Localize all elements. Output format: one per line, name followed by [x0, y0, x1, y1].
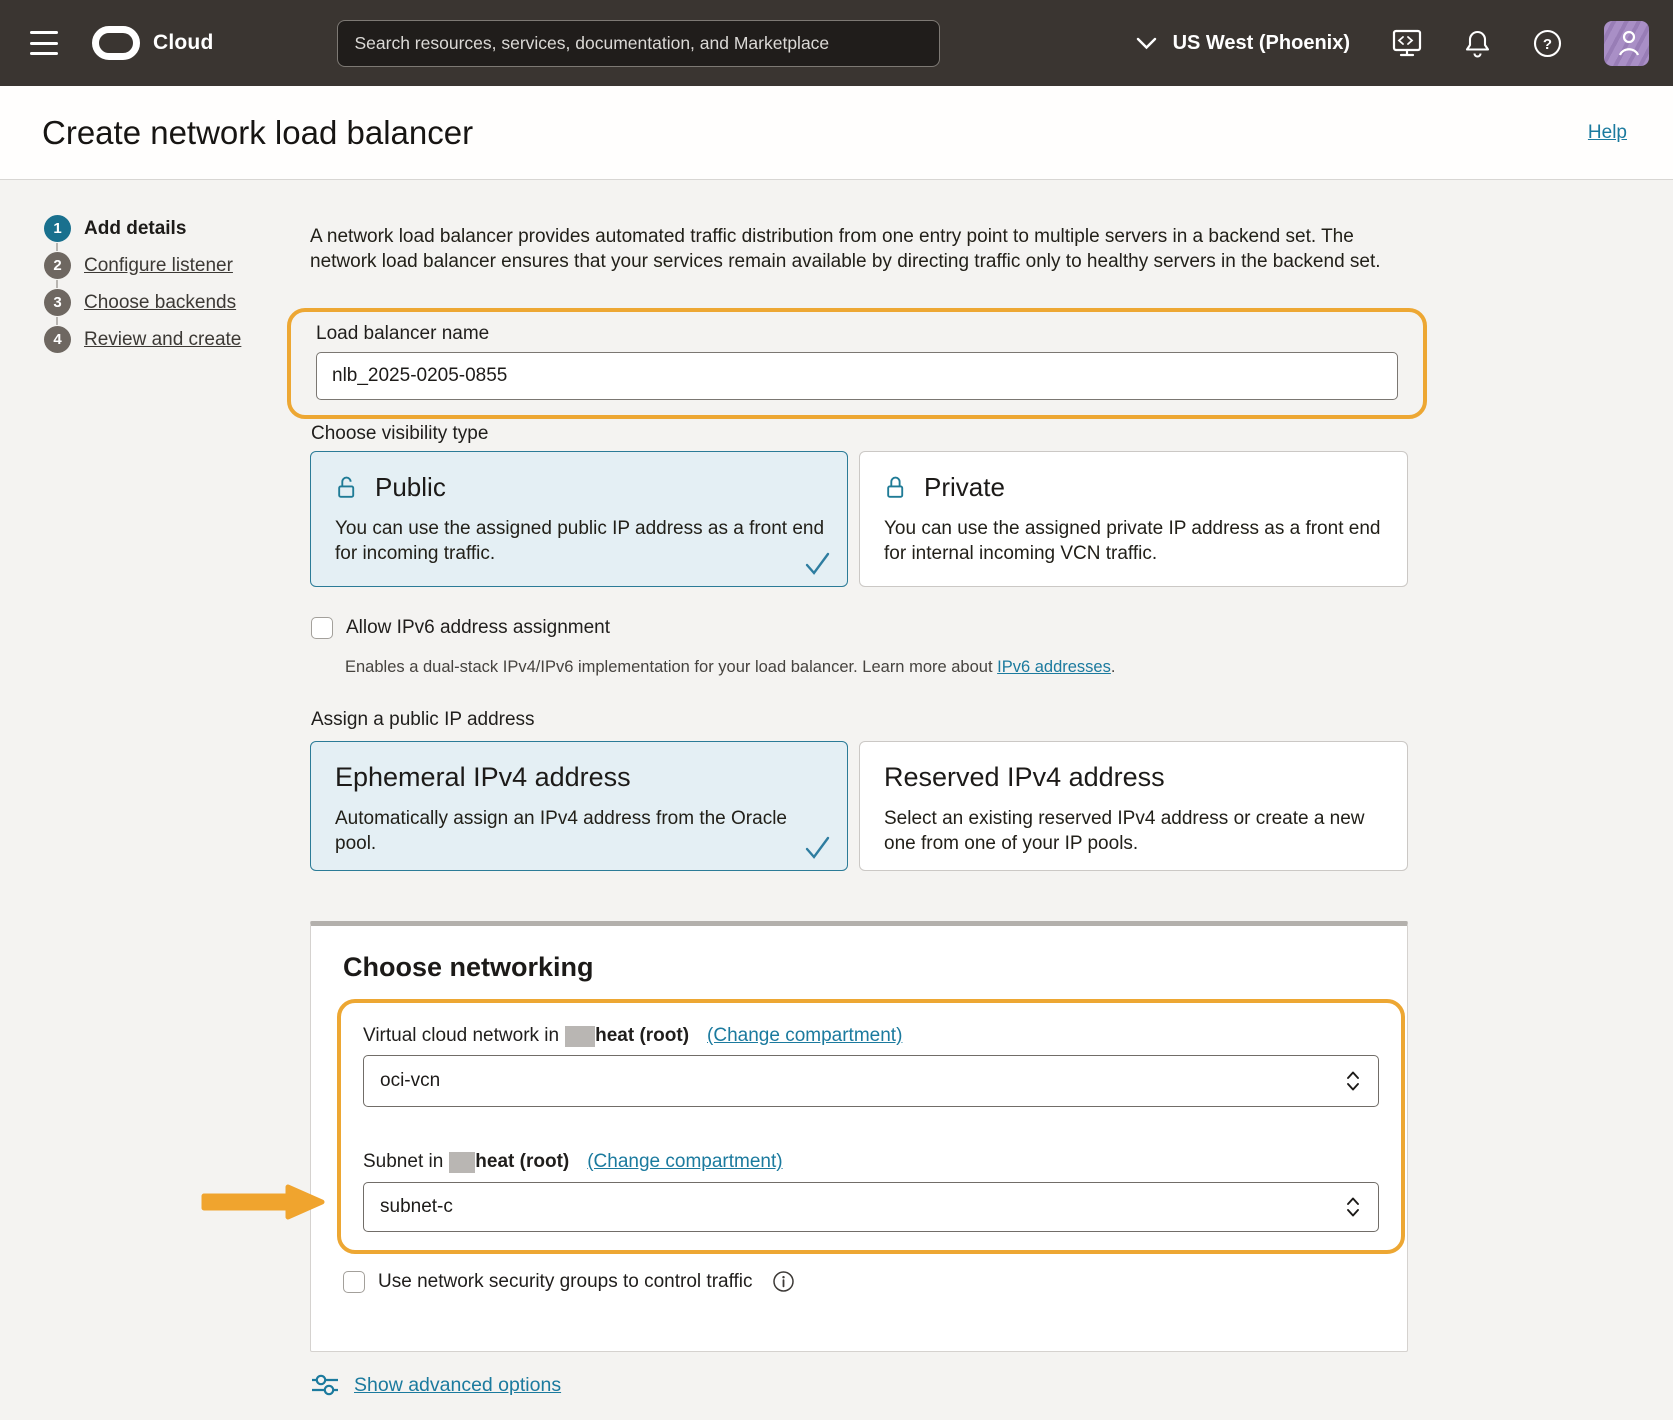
- helper-prefix: Enables a dual-stack IPv4/IPv6 implement…: [345, 658, 997, 676]
- global-search: [337, 20, 940, 67]
- hamburger-icon: [30, 31, 58, 34]
- person-icon: [1612, 28, 1642, 58]
- cloud-shell-icon[interactable]: [1392, 29, 1422, 57]
- ipv6-checkbox[interactable]: [311, 617, 333, 639]
- page: Cloud US West (Phoenix): [0, 0, 1673, 1420]
- lock-open-icon: [335, 475, 360, 501]
- page-header: Create network load balancer Help: [0, 86, 1673, 180]
- subnet-select[interactable]: subnet-c: [363, 1182, 1379, 1232]
- advanced-options-row: Show advanced options: [311, 1373, 561, 1397]
- step-number: 1: [44, 215, 71, 242]
- selected-check-icon: [804, 552, 831, 576]
- step-label[interactable]: Choose backends: [84, 292, 236, 314]
- stepper-item-review-and-create[interactable]: 4 Review and create: [44, 326, 241, 353]
- vcn-select[interactable]: oci-vcn: [363, 1055, 1379, 1107]
- chevron-down-icon: [1136, 37, 1157, 50]
- info-icon[interactable]: [772, 1270, 795, 1293]
- redacted-text: [565, 1026, 595, 1047]
- vcn-label-prefix: Virtual cloud network in: [363, 1025, 559, 1047]
- help-question-icon[interactable]: ?: [1533, 29, 1562, 58]
- public-ip-section-label: Assign a public IP address: [311, 709, 535, 731]
- helper-suffix: .: [1111, 658, 1116, 676]
- select-chevrons-icon: [1344, 1195, 1362, 1219]
- networking-title: Choose networking: [343, 952, 594, 983]
- nsg-checkbox[interactable]: [343, 1271, 365, 1293]
- brand-label: Cloud: [153, 31, 213, 55]
- step-number: 3: [44, 289, 71, 316]
- public-ip-cards: Ephemeral IPv4 address Automatically ass…: [310, 741, 1408, 871]
- visibility-card-public[interactable]: Public You can use the assigned public I…: [310, 451, 848, 587]
- ipv6-checkbox-label: Allow IPv6 address assignment: [346, 617, 610, 639]
- lock-closed-icon: [884, 475, 909, 501]
- ip-card-ephemeral[interactable]: Ephemeral IPv4 address Automatically ass…: [310, 741, 848, 871]
- load-balancer-name-label: Load balancer name: [316, 323, 1398, 345]
- nsg-checkbox-row: Use network security groups to control t…: [343, 1270, 795, 1293]
- show-advanced-options-link[interactable]: Show advanced options: [354, 1374, 561, 1397]
- step-label[interactable]: Review and create: [84, 329, 241, 351]
- subnet-change-compartment-link[interactable]: (Change compartment): [587, 1151, 782, 1173]
- card-description: You can use the assigned public IP addre…: [335, 516, 827, 566]
- region-selector[interactable]: US West (Phoenix): [1136, 32, 1350, 55]
- vcn-compartment: heat (root): [595, 1025, 689, 1047]
- card-description: You can use the assigned private IP addr…: [884, 516, 1384, 566]
- name-field-highlight: Load balancer name nlb_2025-0205-0855: [287, 308, 1427, 419]
- card-title: Public: [375, 472, 446, 503]
- step-number: 4: [44, 326, 71, 353]
- card-description: Select an existing reserved IPv4 address…: [884, 806, 1382, 856]
- search-input[interactable]: [337, 20, 940, 67]
- card-title: Private: [924, 472, 1005, 503]
- stepper-item-configure-listener[interactable]: 2 Configure listener: [44, 252, 241, 279]
- stepper-item-choose-backends[interactable]: 3 Choose backends: [44, 289, 241, 316]
- topbar-actions: US West (Phoenix) ?: [1136, 21, 1673, 66]
- subnet-field-label: Subnet in heat (root) (Change compartmen…: [363, 1151, 783, 1173]
- load-balancer-name-value: nlb_2025-0205-0855: [332, 365, 507, 387]
- topbar: Cloud US West (Phoenix): [0, 0, 1673, 86]
- ipv6-helper-text: Enables a dual-stack IPv4/IPv6 implement…: [345, 658, 1115, 677]
- card-title: Ephemeral IPv4 address: [335, 762, 631, 792]
- page-title: Create network load balancer: [42, 114, 473, 152]
- load-balancer-name-input[interactable]: nlb_2025-0205-0855: [316, 352, 1398, 400]
- subnet-select-value: subnet-c: [380, 1196, 453, 1218]
- vcn-select-value: oci-vcn: [380, 1070, 440, 1092]
- stepper-item-add-details: 1 Add details: [44, 215, 241, 242]
- subnet-label-prefix: Subnet in: [363, 1151, 443, 1173]
- svg-text:?: ?: [1543, 36, 1552, 53]
- step-label[interactable]: Configure listener: [84, 255, 233, 277]
- ipv6-addresses-link[interactable]: IPv6 addresses: [997, 658, 1111, 676]
- ip-card-reserved[interactable]: Reserved IPv4 address Select an existing…: [859, 741, 1408, 871]
- help-link[interactable]: Help: [1588, 122, 1627, 144]
- subnet-compartment: heat (root): [475, 1151, 569, 1173]
- annotation-arrow-icon: [200, 1181, 328, 1223]
- nsg-checkbox-label: Use network security groups to control t…: [378, 1271, 753, 1293]
- select-chevrons-icon: [1344, 1069, 1362, 1093]
- visibility-card-private[interactable]: Private You can use the assigned private…: [859, 451, 1408, 587]
- step-label: Add details: [84, 218, 186, 240]
- selected-check-icon: [804, 836, 831, 860]
- card-title: Reserved IPv4 address: [884, 762, 1165, 792]
- visibility-section-label: Choose visibility type: [311, 423, 488, 445]
- user-avatar[interactable]: [1604, 21, 1649, 66]
- visibility-cards: Public You can use the assigned public I…: [310, 451, 1408, 587]
- hamburger-menu-button[interactable]: [30, 31, 60, 55]
- networking-highlight: Virtual cloud network in heat (root) (Ch…: [337, 999, 1405, 1254]
- wizard-stepper: 1 Add details 2 Configure listener 3 Cho…: [44, 215, 241, 363]
- choose-networking-card: Choose networking Virtual cloud network …: [310, 921, 1408, 1352]
- step-number: 2: [44, 252, 71, 279]
- vcn-field-label: Virtual cloud network in heat (root) (Ch…: [363, 1025, 902, 1047]
- ipv6-checkbox-row: Allow IPv6 address assignment: [311, 617, 610, 639]
- card-description: Automatically assign an IPv4 address fro…: [335, 806, 815, 856]
- redacted-text: [449, 1152, 475, 1173]
- notifications-bell-icon[interactable]: [1464, 29, 1491, 58]
- vcn-change-compartment-link[interactable]: (Change compartment): [707, 1025, 902, 1047]
- region-label: US West (Phoenix): [1173, 32, 1350, 55]
- oracle-cloud-logo[interactable]: Cloud: [92, 26, 213, 60]
- oracle-logo-icon: [92, 26, 140, 60]
- sliders-icon: [311, 1373, 339, 1397]
- intro-description: A network load balancer provides automat…: [310, 224, 1420, 274]
